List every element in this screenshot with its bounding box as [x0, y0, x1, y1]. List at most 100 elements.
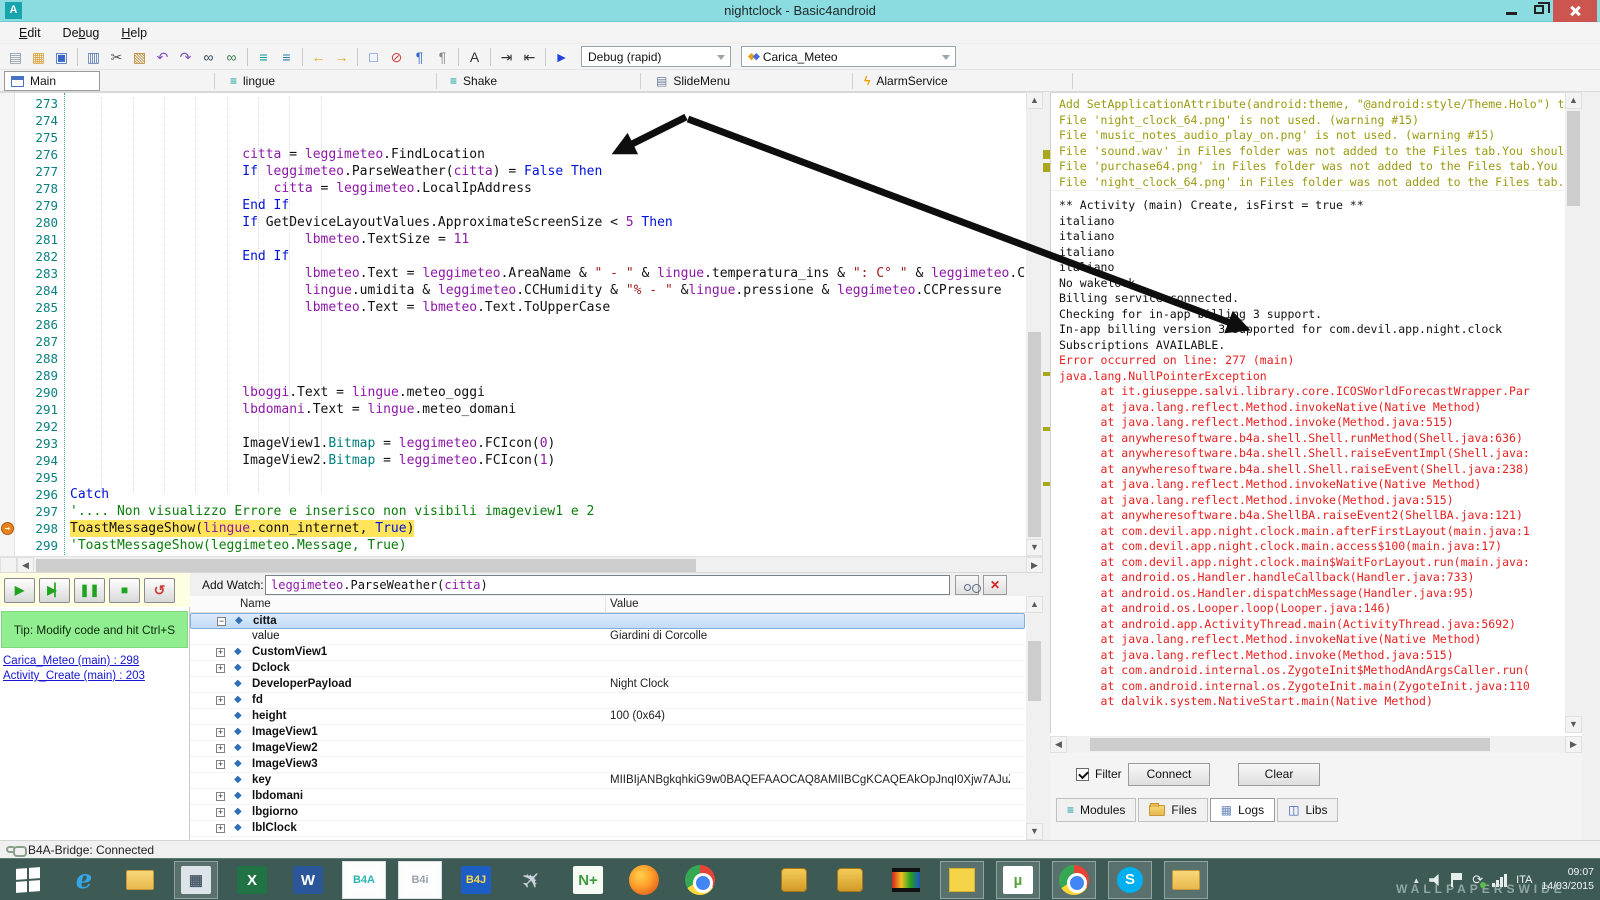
- scroll-thumb[interactable]: [1090, 738, 1490, 751]
- stop-button[interactable]: ■: [109, 578, 140, 603]
- module-select[interactable]: ◆◆ Carica_Meteo: [741, 46, 956, 67]
- uncomment-icon[interactable]: ¶: [431, 46, 454, 68]
- redo-icon[interactable]: ↷: [174, 46, 197, 68]
- watch-row-citta[interactable]: −◆citta: [190, 613, 1025, 629]
- tab-main[interactable]: Main: [4, 71, 100, 91]
- tab-slidemenu[interactable]: ▤SlideMenu: [650, 71, 772, 91]
- taskbar-b4j[interactable]: B4J: [454, 861, 498, 899]
- taskbar-db-gold[interactable]: [828, 861, 872, 899]
- watch-row-ImageView2[interactable]: +◆ImageView2: [190, 741, 1025, 757]
- resume-button[interactable]: ▶: [4, 578, 35, 603]
- clock[interactable]: 09:07 14/03/2015: [1541, 866, 1594, 893]
- taskbar-b4a[interactable]: B4A: [342, 861, 386, 899]
- expand-toggle[interactable]: +: [216, 744, 225, 753]
- tab-files[interactable]: Files: [1138, 798, 1207, 822]
- taskbar-rocket[interactable]: ✈: [510, 861, 554, 899]
- comment-icon[interactable]: ¶: [408, 46, 431, 68]
- watch-expression-input[interactable]: leggimeteo.ParseWeather(citta): [265, 575, 950, 595]
- expand-toggle[interactable]: +: [216, 696, 225, 705]
- scroll-right-icon[interactable]: ▶: [1565, 736, 1582, 753]
- evaluate-button[interactable]: [955, 575, 979, 595]
- navigate-back-icon[interactable]: ←: [307, 46, 330, 68]
- taskbar-b4i[interactable]: B4i: [398, 861, 442, 899]
- step-button[interactable]: ▶▏: [39, 578, 70, 603]
- editor-vscrollbar[interactable]: ▲ ▼: [1026, 92, 1043, 556]
- select-region-icon[interactable]: □: [362, 46, 385, 68]
- taskbar-skype[interactable]: S: [1108, 861, 1152, 899]
- scroll-up-icon[interactable]: ▲: [1026, 596, 1043, 613]
- expand-toggle[interactable]: +: [216, 792, 225, 801]
- log-vscrollbar[interactable]: ▲ ▼: [1565, 92, 1582, 733]
- watch-row-lbdomani[interactable]: +◆lbdomani: [190, 789, 1025, 805]
- taskbar-excel[interactable]: X: [230, 861, 274, 899]
- taskbar-start[interactable]: [6, 861, 50, 899]
- change-case-icon[interactable]: A: [463, 46, 486, 68]
- taskbar-chrome[interactable]: [678, 861, 722, 899]
- tab-logs[interactable]: ▦Logs: [1210, 798, 1275, 822]
- watch-row-DeveloperPayload[interactable]: ◆DeveloperPayloadNight Clock: [190, 677, 1025, 693]
- watch-row-ImageView3[interactable]: +◆ImageView3: [190, 757, 1025, 773]
- collapse-toggle[interactable]: −: [217, 617, 226, 626]
- taskbar-chrome-incognito[interactable]: [1052, 861, 1096, 899]
- outdent-icon[interactable]: ⇤: [518, 46, 541, 68]
- watch-row-lbgiorno[interactable]: +◆lbgiorno: [190, 805, 1025, 821]
- open-file-icon[interactable]: ▦: [27, 46, 50, 68]
- scroll-thumb[interactable]: [1567, 111, 1580, 206]
- taskbar-utorrent[interactable]: µ: [996, 861, 1040, 899]
- minimize-button[interactable]: [1498, 0, 1524, 22]
- pause-button[interactable]: ❚❚: [74, 578, 105, 603]
- taskbar-calculator[interactable]: ▦: [174, 861, 218, 899]
- log-hscrollbar[interactable]: ◀ ▶: [1050, 736, 1582, 753]
- connect-button[interactable]: Connect: [1128, 763, 1210, 786]
- taskbar-sticky-notes[interactable]: [940, 861, 984, 899]
- restart-button[interactable]: ↺: [144, 578, 175, 603]
- scroll-up-icon[interactable]: ▲: [1026, 92, 1043, 109]
- scroll-left-icon[interactable]: ◀: [1050, 736, 1067, 753]
- tab-lingue[interactable]: ≡lingue: [224, 71, 336, 91]
- update-icon[interactable]: ⟳: [1472, 873, 1483, 887]
- volume-icon[interactable]: [1429, 874, 1442, 886]
- scroll-thumb[interactable]: [1028, 641, 1041, 701]
- find-next-icon[interactable]: ∞: [220, 46, 243, 68]
- cut-icon[interactable]: ✂: [105, 46, 128, 68]
- watch-row-fd[interactable]: +◆fd: [190, 693, 1025, 709]
- expand-toggle[interactable]: +: [216, 648, 225, 657]
- network-signal-icon[interactable]: [1492, 874, 1507, 887]
- save-icon[interactable]: ▣: [50, 46, 73, 68]
- stack-link[interactable]: Activity_Create (main) : 203: [3, 670, 145, 682]
- scroll-down-icon[interactable]: ▼: [1026, 539, 1043, 556]
- close-button[interactable]: [1553, 0, 1597, 22]
- watch-row-lblClock[interactable]: +◆lblClock: [190, 821, 1025, 837]
- debug-mode-select[interactable]: Debug (rapid): [581, 46, 731, 67]
- bookmark-list-icon[interactable]: ≡: [252, 46, 275, 68]
- language-indicator[interactable]: ITA: [1516, 874, 1532, 886]
- tab-libs[interactable]: ◫Libs: [1277, 798, 1338, 822]
- watch-row-key[interactable]: ◆keyMIIBIjANBgkqhkiG9w0BAQEFAAOCAQ8AMIIB…: [190, 773, 1025, 789]
- watch-row-CustomView1[interactable]: +◆CustomView1: [190, 645, 1025, 661]
- tab-shake[interactable]: ≡Shake: [444, 71, 554, 91]
- taskbar-color-profile[interactable]: [884, 861, 928, 899]
- code-editor[interactable]: 273274275276citta = leggimeteo.FindLocat…: [0, 92, 1043, 556]
- watch-row-height[interactable]: ◆height100 (0x64): [190, 709, 1025, 725]
- paste-icon[interactable]: ▧: [128, 46, 151, 68]
- tab-modules[interactable]: ≡Modules: [1056, 798, 1136, 822]
- find-icon[interactable]: ∞: [197, 46, 220, 68]
- editor-hscrollbar[interactable]: ◀ ▶: [0, 556, 1043, 573]
- scroll-up-icon[interactable]: ▲: [1565, 92, 1582, 109]
- action-center-icon[interactable]: [1451, 873, 1463, 887]
- taskbar-db-tools[interactable]: [772, 861, 816, 899]
- watch-vscrollbar[interactable]: ▲ ▼: [1026, 596, 1043, 840]
- hidden-icons-icon[interactable]: ▲: [1412, 876, 1420, 885]
- expand-toggle[interactable]: +: [216, 824, 225, 833]
- navigate-forward-icon[interactable]: →: [330, 46, 353, 68]
- expand-toggle[interactable]: +: [216, 728, 225, 737]
- clear-button[interactable]: Clear: [1238, 763, 1320, 786]
- remove-watch-button[interactable]: ✕: [983, 575, 1007, 595]
- stack-link[interactable]: Carica_Meteo (main) : 298: [3, 655, 145, 667]
- copy-icon[interactable]: ▥: [82, 46, 105, 68]
- watch-row-value[interactable]: valueGiardini di Corcolle: [190, 629, 1025, 645]
- taskbar-file-explorer[interactable]: [118, 861, 162, 899]
- menu-help[interactable]: Help: [110, 24, 158, 42]
- taskbar-folder-window[interactable]: [1164, 861, 1208, 899]
- watch-row-Dclock[interactable]: +◆Dclock: [190, 661, 1025, 677]
